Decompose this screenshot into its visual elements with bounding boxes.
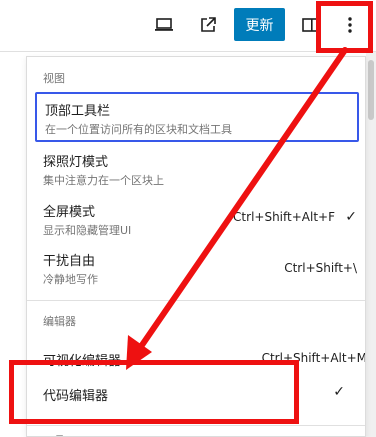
menu-item-shortcut: Ctrl+Shift+Alt+M	[261, 351, 366, 365]
menu-item-distraction-free[interactable]: 干扰自由 冷静地写作 Ctrl+Shift+\	[35, 244, 359, 292]
menu-item-fullscreen-mode[interactable]: 全屏模式 显示和隐藏管理UI Ctrl+Shift+Alt+F ✓	[35, 195, 359, 243]
menu-item-title: 干扰自由	[43, 254, 96, 269]
menu-item-description: 显示和隐藏管理UI	[43, 224, 132, 237]
menu-item-shortcut: Ctrl+Shift+\	[284, 261, 357, 275]
menu-item-code-editor[interactable]: 代码编辑器 ✓	[35, 379, 359, 409]
menu-item-title: 顶部工具栏	[45, 104, 111, 119]
scrollbar-thumb[interactable]	[368, 60, 374, 120]
laptop-icon[interactable]	[150, 11, 178, 39]
options-menu: 视图 顶部工具栏 在一个位置访问所有的区块和文档工具 探照灯模式 集中注意力在一…	[26, 56, 366, 437]
menu-item-visual-editor[interactable]: 可视化编辑器 Ctrl+Shift+Alt+M	[35, 345, 365, 375]
external-link-icon[interactable]	[194, 11, 222, 39]
editor-group-label: 编辑器	[43, 315, 76, 328]
menu-item-title: 全屏模式	[43, 205, 96, 220]
menu-item-description: 集中注意力在一个区块上	[43, 174, 164, 187]
menu-item-title: 可视化编辑器	[43, 354, 122, 369]
update-button[interactable]: 更新	[234, 8, 285, 41]
menu-divider	[27, 300, 365, 301]
tools-group-label: 工具	[43, 432, 65, 436]
menu-item-shortcut: Ctrl+Shift+Alt+F	[233, 210, 335, 224]
menu-item-description: 在一个位置访问所有的区块和文档工具	[45, 123, 232, 136]
menu-divider	[27, 425, 365, 426]
menu-item-top-toolbar[interactable]: 顶部工具栏 在一个位置访问所有的区块和文档工具	[35, 92, 359, 142]
more-vertical-icon[interactable]	[336, 11, 364, 39]
sidebar-toggle-icon[interactable]	[296, 11, 324, 39]
menu-item-title: 代码编辑器	[43, 389, 109, 404]
view-group-label: 视图	[43, 72, 65, 85]
menu-item-title: 探照灯模式	[43, 155, 109, 170]
menu-item-spotlight-mode[interactable]: 探照灯模式 集中注意力在一个区块上	[35, 145, 359, 193]
editor-toolbar: 更新	[0, 0, 376, 52]
menu-item-description: 冷静地写作	[43, 273, 98, 286]
check-icon: ✓	[345, 208, 357, 224]
check-icon: ✓	[333, 383, 345, 399]
